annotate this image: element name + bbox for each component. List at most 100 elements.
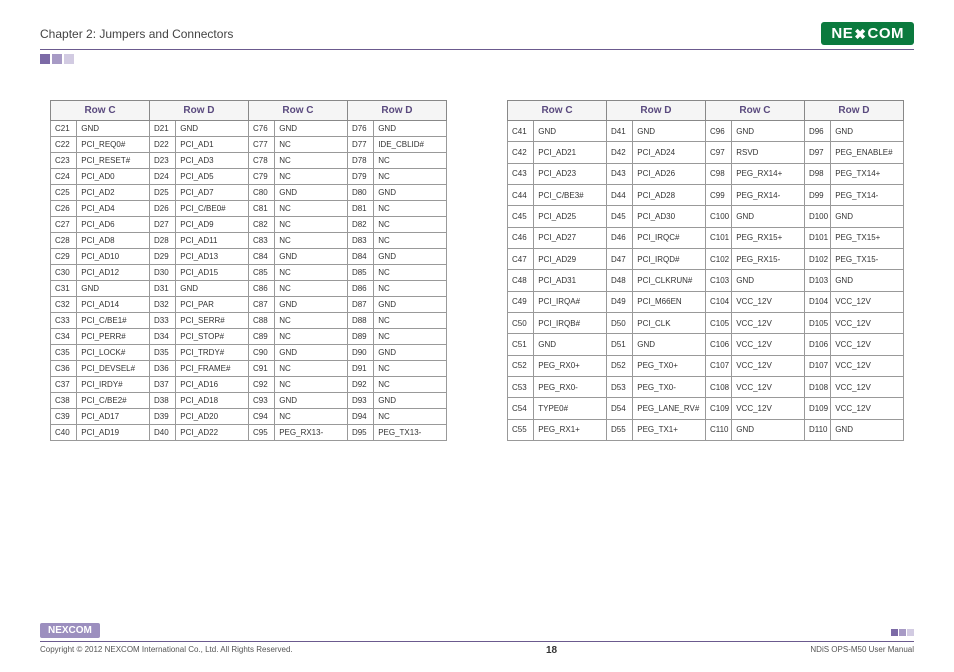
table-cell: C79 — [248, 169, 274, 185]
table-cell: PCI_LOCK# — [77, 345, 150, 361]
table-cell: D51 — [606, 334, 632, 355]
col-header: Row D — [149, 101, 248, 121]
col-header: Row D — [347, 101, 446, 121]
table-row: C45PCI_AD25D45PCI_AD30C100GNDD100GND — [508, 206, 904, 227]
table-cell: PCI_CLKRUN# — [633, 270, 706, 291]
table-cell: PEG_RX14- — [732, 184, 805, 205]
table-cell: PCI_AD6 — [77, 217, 150, 233]
table-cell: PEG_RX15+ — [732, 227, 805, 248]
table-cell: D38 — [149, 393, 175, 409]
table-cell: C82 — [248, 217, 274, 233]
table-cell: RSVD — [732, 142, 805, 163]
table-cell: PCI_AD18 — [176, 393, 249, 409]
table-cell: GND — [831, 270, 904, 291]
table-cell: PCI_PAR — [176, 297, 249, 313]
table-row: C42PCI_AD21D42PCI_AD24C97RSVDD97PEG_ENAB… — [508, 142, 904, 163]
table-row: C53PEG_RX0-D53PEG_TX0-C108VCC_12VD108VCC… — [508, 376, 904, 397]
table-cell: PCI_AD11 — [176, 233, 249, 249]
table-cell: D43 — [606, 163, 632, 184]
square-icon — [40, 54, 50, 64]
table-row: C32PCI_AD14D32PCI_PARC87GNDD87GND — [51, 297, 447, 313]
table-cell: D103 — [804, 270, 830, 291]
copyright-text: Copyright © 2012 NEXCOM International Co… — [40, 645, 293, 656]
table-cell: NC — [275, 409, 348, 425]
table-cell: C29 — [51, 249, 77, 265]
table-row: C48PCI_AD31D48PCI_CLKRUN#C103GNDD103GND — [508, 270, 904, 291]
table-cell: GND — [374, 393, 447, 409]
table-cell: NC — [275, 281, 348, 297]
table-cell: C106 — [705, 334, 731, 355]
content-area: Row C Row D Row C Row D C21GNDD21GNDC76G… — [40, 100, 914, 441]
table-cell: D93 — [347, 393, 373, 409]
table-cell: PCI_AD3 — [176, 153, 249, 169]
table-cell: C92 — [248, 377, 274, 393]
table-cell: GND — [374, 185, 447, 201]
table-cell: D41 — [606, 121, 632, 142]
table-cell: VCC_12V — [732, 398, 805, 419]
table-cell: D40 — [149, 425, 175, 441]
table-cell: D89 — [347, 329, 373, 345]
table-cell: GND — [176, 281, 249, 297]
table-cell: NC — [374, 201, 447, 217]
table-cell: C97 — [705, 142, 731, 163]
table-cell: C103 — [705, 270, 731, 291]
table-cell: D86 — [347, 281, 373, 297]
square-icon — [52, 54, 62, 64]
table-row: C22PCI_REQ0#D22PCI_AD1C77NCD77IDE_CBLID# — [51, 137, 447, 153]
table-cell: C91 — [248, 361, 274, 377]
table-cell: NC — [374, 361, 447, 377]
table-cell: GND — [275, 297, 348, 313]
table-cell: NC — [275, 169, 348, 185]
pinout-table-left: Row C Row D Row C Row D C21GNDD21GNDC76G… — [50, 100, 447, 441]
table-cell: PCI_AD21 — [534, 142, 607, 163]
table-cell: D55 — [606, 419, 632, 440]
table-row: C41GNDD41GNDC96GNDD96GND — [508, 121, 904, 142]
table-cell: PEG_TX0- — [633, 376, 706, 397]
table-row: C27PCI_AD6D27PCI_AD9C82NCD82NC — [51, 217, 447, 233]
table-cell: PCI_IRDY# — [77, 377, 150, 393]
table-cell: PCI_AD23 — [534, 163, 607, 184]
table-row: C38PCI_C/BE2#D38PCI_AD18C93GNDD93GND — [51, 393, 447, 409]
table-cell: GND — [176, 121, 249, 137]
table-cell: D78 — [347, 153, 373, 169]
square-icon — [899, 629, 906, 636]
table-cell: C39 — [51, 409, 77, 425]
table-cell: PCI_STOP# — [176, 329, 249, 345]
table-cell: D48 — [606, 270, 632, 291]
table-cell: GND — [275, 249, 348, 265]
table-row: C36PCI_DEVSEL#D36PCI_FRAME#C91NCD91NC — [51, 361, 447, 377]
table-cell: C87 — [248, 297, 274, 313]
table-cell: PCI_CLK — [633, 312, 706, 333]
table-cell: C54 — [508, 398, 534, 419]
table-cell: PEG_RX13- — [275, 425, 348, 441]
table-cell: PCI_DEVSEL# — [77, 361, 150, 377]
col-header: Row D — [606, 101, 705, 121]
table-cell: C84 — [248, 249, 274, 265]
table-cell: C21 — [51, 121, 77, 137]
table-row: C24PCI_AD0D24PCI_AD5C79NCD79NC — [51, 169, 447, 185]
table-cell: D39 — [149, 409, 175, 425]
table-cell: NC — [374, 153, 447, 169]
table-cell: C99 — [705, 184, 731, 205]
table-row: C33PCI_C/BE1#D33PCI_SERR#C88NCD88NC — [51, 313, 447, 329]
table-cell: C104 — [705, 291, 731, 312]
table-cell: PCI_AD25 — [534, 206, 607, 227]
table-cell: D108 — [804, 376, 830, 397]
decorative-squares — [40, 54, 914, 66]
table-cell: D97 — [804, 142, 830, 163]
table-cell: D46 — [606, 227, 632, 248]
table-row: C34PCI_PERR#D34PCI_STOP#C89NCD89NC — [51, 329, 447, 345]
table-row: C21GNDD21GNDC76GNDD76GND — [51, 121, 447, 137]
table-cell: D110 — [804, 419, 830, 440]
table-cell: NC — [275, 329, 348, 345]
table-cell: NC — [275, 361, 348, 377]
table-cell: C98 — [705, 163, 731, 184]
table-cell: D85 — [347, 265, 373, 281]
table-cell: C94 — [248, 409, 274, 425]
table-cell: C31 — [51, 281, 77, 297]
table-cell: D101 — [804, 227, 830, 248]
table-cell: GND — [732, 419, 805, 440]
table-cell: C33 — [51, 313, 77, 329]
table-cell: PCI_RESET# — [77, 153, 150, 169]
table-cell: NC — [275, 233, 348, 249]
